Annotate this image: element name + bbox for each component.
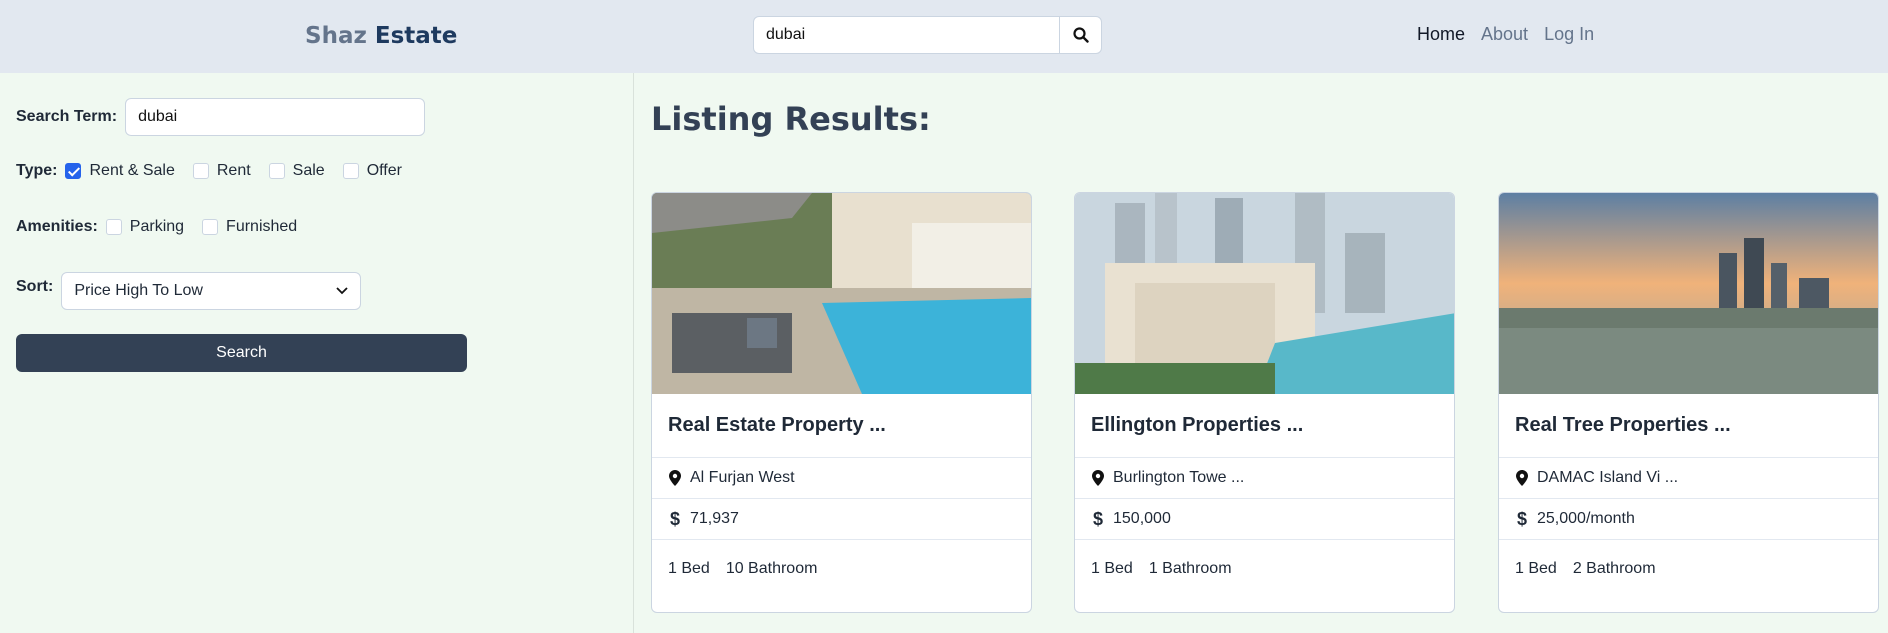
- type-label: Type:: [16, 162, 58, 179]
- rent-label: Rent: [216, 162, 251, 179]
- sort-row: Sort: Price High To Low: [16, 272, 362, 310]
- location-text: DAMAC Island Vi ...: [1537, 469, 1679, 486]
- search-term-input[interactable]: [125, 98, 426, 136]
- listing-card[interactable]: Real Estate Property ... Al Furjan West …: [651, 192, 1032, 613]
- listing-price: $ 150,000: [1075, 499, 1454, 540]
- listing-location: Burlington Towe ...: [1075, 458, 1454, 499]
- listing-price: $ 71,937: [652, 499, 1031, 540]
- listing-title[interactable]: Real Estate Property ...: [652, 394, 1031, 458]
- baths-text: 1 Bathroom: [1148, 559, 1232, 577]
- price-text: 25,000/month: [1537, 510, 1635, 527]
- amenity-parking[interactable]: Parking: [105, 218, 185, 236]
- offer-checkbox[interactable]: [342, 163, 359, 179]
- baths-text: 2 Bathroom: [1572, 559, 1656, 577]
- listing-card[interactable]: Real Tree Properties ... DAMAC Island Vi…: [1498, 192, 1879, 613]
- listing-image[interactable]: [1075, 193, 1454, 394]
- parking-label: Parking: [129, 218, 185, 235]
- nav: Home About Log In: [1417, 24, 1594, 45]
- map-pin-icon: [1516, 470, 1528, 486]
- listing-price: $ 25,000/month: [1499, 499, 1878, 540]
- type-option-rent[interactable]: Rent: [192, 162, 251, 180]
- listing-features: 1 Bed 1 Bathroom: [1075, 540, 1454, 597]
- map-pin-icon: [669, 470, 681, 486]
- header-search-input[interactable]: [754, 17, 1059, 53]
- price-text: 71,937: [690, 510, 739, 527]
- rent-sale-checkbox[interactable]: [65, 163, 82, 179]
- beds-text: 1 Bed: [1091, 559, 1133, 577]
- sale-label: Sale: [292, 162, 325, 179]
- amenities-row: Amenities: Parking Furnished: [16, 218, 315, 236]
- search-icon: [1072, 27, 1089, 43]
- listing-location: Al Furjan West: [652, 458, 1031, 499]
- sale-checkbox[interactable]: [268, 163, 285, 179]
- header: Shaz Estate Home About Log In: [0, 0, 1888, 73]
- type-option-sale[interactable]: Sale: [268, 162, 325, 180]
- price-text: 150,000: [1113, 510, 1171, 527]
- furnished-checkbox[interactable]: [202, 219, 219, 235]
- offer-label: Offer: [366, 162, 402, 179]
- beds-text: 1 Bed: [1515, 559, 1557, 577]
- type-row: Type: Rent & Sale Rent Sale Offer: [16, 162, 420, 180]
- amenity-furnished[interactable]: Furnished: [202, 218, 297, 236]
- filter-sidebar: Search Term: Type: Rent & Sale Rent Sale…: [0, 73, 634, 633]
- rent-sale-label: Rent & Sale: [89, 162, 175, 179]
- header-search-button[interactable]: [1059, 17, 1101, 53]
- dollar-icon: $: [1516, 508, 1527, 529]
- listing-location: DAMAC Island Vi ...: [1499, 458, 1878, 499]
- listing-image[interactable]: [652, 193, 1031, 394]
- nav-about[interactable]: About: [1481, 24, 1528, 45]
- listing-card[interactable]: Ellington Properties ... Burlington Towe…: [1074, 192, 1455, 613]
- amenities-label: Amenities:: [16, 218, 98, 235]
- baths-text: 10 Bathroom: [725, 559, 818, 577]
- parking-checkbox[interactable]: [105, 219, 122, 235]
- dollar-icon: $: [1092, 508, 1103, 529]
- logo[interactable]: Shaz Estate: [305, 23, 457, 49]
- location-text: Burlington Towe ...: [1113, 469, 1245, 486]
- search-button[interactable]: Search: [16, 334, 467, 372]
- chevron-down-icon: [336, 287, 348, 295]
- furnished-label: Furnished: [226, 218, 298, 235]
- map-pin-icon: [1092, 470, 1104, 486]
- listing-features: 1 Bed 10 Bathroom: [652, 540, 1031, 597]
- rent-checkbox[interactable]: [192, 163, 209, 179]
- listing-results-title: Listing Results:: [651, 100, 931, 138]
- sort-value: Price High To Low: [74, 282, 203, 299]
- listing-image[interactable]: [1499, 193, 1878, 394]
- location-text: Al Furjan West: [690, 469, 795, 486]
- type-option-offer[interactable]: Offer: [342, 162, 402, 180]
- dollar-icon: $: [669, 508, 680, 529]
- listing-title[interactable]: Real Tree Properties ...: [1499, 394, 1878, 458]
- beds-text: 1 Bed: [668, 559, 710, 577]
- type-option-rent-sale[interactable]: Rent & Sale: [65, 162, 175, 180]
- header-search: [753, 16, 1102, 54]
- search-term-label: Search Term:: [16, 108, 118, 125]
- listing-title[interactable]: Ellington Properties ...: [1075, 394, 1454, 458]
- sort-label: Sort:: [16, 278, 54, 295]
- logo-part1: Shaz: [305, 23, 367, 49]
- logo-part2: Estate: [374, 23, 458, 49]
- sort-select[interactable]: Price High To Low: [61, 272, 362, 310]
- nav-login[interactable]: Log In: [1544, 24, 1594, 45]
- listing-features: 1 Bed 2 Bathroom: [1499, 540, 1878, 597]
- nav-home[interactable]: Home: [1417, 24, 1465, 45]
- search-term-row: Search Term:: [16, 98, 426, 136]
